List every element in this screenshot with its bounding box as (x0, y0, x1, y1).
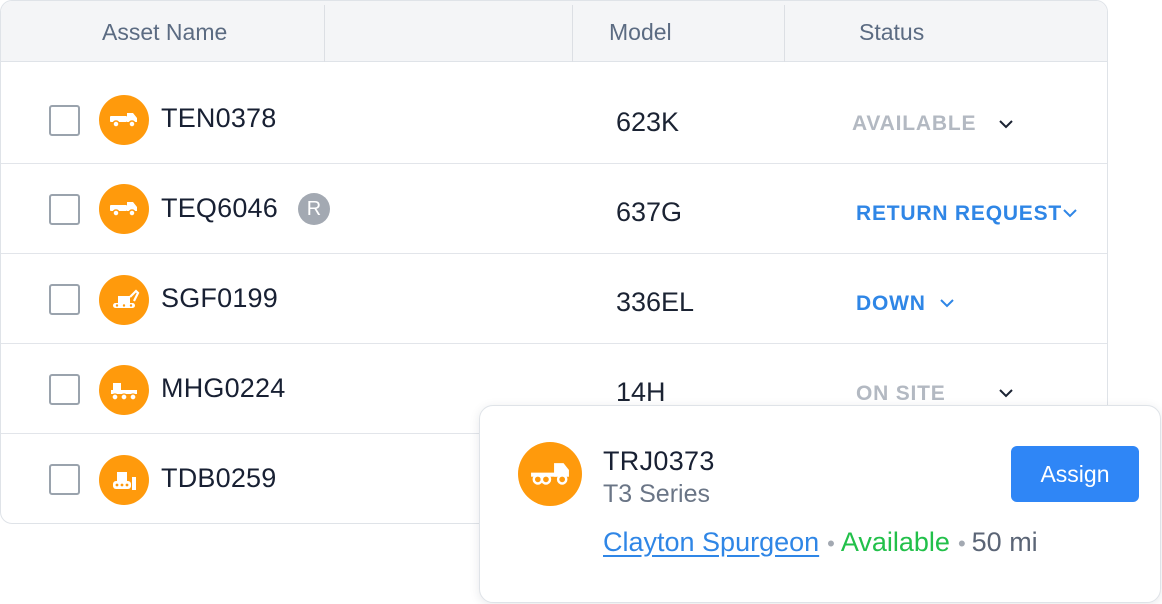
separator-dot: • (957, 531, 966, 556)
asset-name[interactable]: TEQ6046 (161, 193, 278, 224)
row-checkbox[interactable] (49, 374, 80, 405)
popup-details-line: Clayton Spurgeon • Available • 50 mi (603, 527, 1038, 558)
column-divider (324, 5, 325, 62)
chevron-down-icon[interactable] (1062, 208, 1078, 218)
bulldozer-icon (99, 455, 149, 505)
asset-assign-popup: TRJ0373 T3 Series Assign Clayton Spurgeo… (479, 405, 1161, 603)
asset-name[interactable]: MHG0224 (161, 373, 285, 404)
excavator-icon (99, 275, 149, 325)
row-checkbox[interactable] (49, 284, 80, 315)
popup-asset-name: TRJ0373 (603, 446, 715, 476)
assign-button[interactable]: Assign (1011, 446, 1139, 502)
chevron-down-icon[interactable] (939, 298, 955, 308)
status-dropdown-value[interactable]: AVAILABLE (852, 112, 976, 136)
return-badge: R (298, 193, 330, 225)
table-row[interactable]: SGF0199 336EL DOWN (1, 254, 1107, 344)
truck-icon (518, 442, 582, 506)
table-header: Asset Name Model Status (1, 1, 1107, 62)
distance-label: 50 mi (971, 527, 1038, 557)
column-header-model[interactable]: Model (609, 1, 672, 62)
column-divider (572, 5, 573, 62)
popup-asset-series: T3 Series (603, 480, 710, 508)
asset-model: 623K (616, 107, 680, 137)
status-dropdown-value[interactable]: ON SITE (856, 382, 946, 406)
person-link[interactable]: Clayton Spurgeon (603, 527, 819, 557)
truck-icon (99, 95, 149, 145)
table-row[interactable]: TEN0378 623K AVAILABLE (1, 74, 1107, 164)
availability-status: Available (840, 527, 950, 557)
asset-name[interactable]: TDB0259 (161, 463, 276, 494)
status-dropdown-value[interactable]: DOWN (856, 292, 926, 316)
asset-name[interactable]: SGF0199 (161, 283, 278, 314)
column-header-status[interactable]: Status (859, 1, 924, 62)
grader-icon (99, 365, 149, 415)
table-row[interactable]: TEQ6046 R 637G RETURN REQUEST (1, 164, 1107, 254)
asset-model: 336EL (616, 287, 695, 317)
truck-icon (99, 184, 149, 234)
chevron-down-icon[interactable] (998, 388, 1014, 398)
column-divider (784, 5, 785, 62)
status-dropdown-value[interactable]: RETURN REQUEST (856, 202, 1062, 226)
asset-model: 637G (616, 197, 683, 227)
column-header-asset-name[interactable]: Asset Name (102, 1, 227, 62)
row-checkbox[interactable] (49, 194, 80, 225)
separator-dot: • (827, 531, 835, 556)
asset-model: 14H (616, 377, 666, 407)
row-checkbox[interactable] (49, 464, 80, 495)
chevron-down-icon[interactable] (998, 119, 1014, 129)
row-checkbox[interactable] (49, 105, 80, 136)
asset-name[interactable]: TEN0378 (161, 103, 276, 134)
